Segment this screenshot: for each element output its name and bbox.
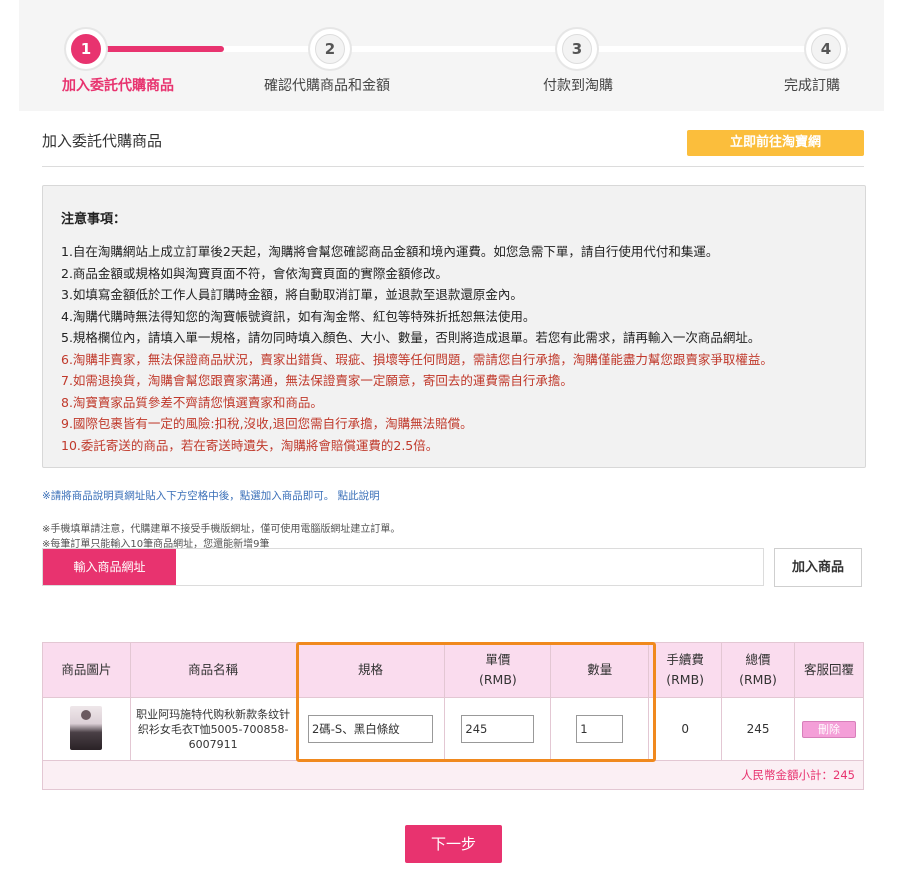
table-row: 职业阿玛施特代购秋新款条纹针织衫女毛衣T恤5005-700858-6007911… — [42, 697, 865, 761]
header-fee: 手續費 (RMB) — [648, 642, 723, 698]
notice-warning-item: 7.如需退換貨，淘購會幫您跟賣家溝通，無法保證賣家一定願意，寄回去的運費需自行承… — [61, 373, 573, 388]
notice-item: 4.淘購代購時無法得知您的淘寶帳號資訊，如有淘金幣、紅包等特殊折抵恕無法使用。 — [61, 308, 536, 324]
header-service: 客服回覆 — [793, 642, 865, 698]
product-url-input[interactable] — [177, 549, 763, 585]
notice-box: 注意事項： 1.自在淘購網站上成立訂單後2天起，淘購將會幫您確認商品金額和境內運… — [42, 185, 866, 468]
delete-button[interactable]: 刪除 — [801, 720, 856, 738]
instruction-link[interactable]: ※請將商品說明頁網址貼入下方空格中後，點選加入商品即可。 點此說明 — [42, 488, 380, 503]
header-spec: 規格 — [295, 642, 446, 698]
next-step-button[interactable]: 下一步 — [405, 825, 502, 863]
subtotal-row: 人民幣金額小計：245 — [42, 760, 864, 790]
step-3-label: 付款到淘購 — [543, 78, 613, 94]
notice-warning-item: 8.淘寶賣家品質參差不齊請您慎選賣家和商品。 — [61, 394, 323, 410]
qty-input[interactable] — [576, 715, 624, 743]
header-name: 商品名稱 — [129, 642, 297, 698]
header-total: 總價 (RMB) — [721, 642, 795, 698]
notice-item: 5.規格欄位內，請填入單一規格，請勿同時填入顏色、大小、數量，否則將造成退單。若… — [61, 330, 761, 345]
notice-item: 1.自在淘購網站上成立訂單後2天起，淘購將會幫您確認商品金額和境內運費。如您急需… — [61, 244, 719, 259]
go-to-taobao-button[interactable]: 立即前往淘寶網 — [687, 130, 864, 156]
step-3-marker: 3 — [557, 29, 597, 69]
step-1-marker: 1 — [66, 29, 106, 69]
section-divider — [42, 166, 864, 167]
product-name: 职业阿玛施特代购秋新款条纹针织衫女毛衣T恤5005-700858-6007911 — [136, 707, 291, 751]
spec-input[interactable] — [307, 715, 433, 743]
step-4-marker: 4 — [806, 29, 846, 69]
step-2-marker: 2 — [310, 29, 350, 69]
url-label: 輸入商品網址 — [43, 549, 176, 585]
notice-item: 2.商品金額或規格如與淘寶頁面不符，會依淘寶頁面的實際金額修改。 — [61, 265, 448, 281]
add-product-button[interactable]: 加入商品 — [774, 548, 862, 587]
step-4-label: 完成訂購 — [784, 78, 840, 94]
header-qty: 數量 — [550, 642, 650, 698]
step-1-label: 加入委託代購商品 — [62, 78, 174, 94]
step-2-label: 確認代購商品和金額 — [264, 78, 390, 94]
subtotal: 人民幣金額小計：245 — [42, 760, 864, 790]
url-entry-row: 輸入商品網址 — [42, 548, 764, 586]
product-thumbnail[interactable] — [70, 705, 103, 750]
header-image: 商品圖片 — [42, 642, 131, 698]
product-table: 商品圖片 商品名稱 規格 單價 (RMB) 數量 手續費 (RMB) 總價 (RMB)… — [42, 642, 865, 790]
total-cell: 245 — [721, 697, 795, 761]
notice-title: 注意事項： — [61, 212, 127, 227]
notice-warning-item: 6.淘購非賣家，無法保證商品狀況，賣家出錯貨、瑕疵、損壞等任何問題，需請您自行承… — [61, 351, 773, 367]
progress-steps: 1 2 3 4 加入委託代購商品 確認代購商品和金額 付款到淘購 完成訂購 — [19, 0, 884, 111]
page-title: 加入委託代購商品 — [42, 132, 163, 150]
table-header-row: 商品圖片 商品名稱 規格 單價 (RMB) 數量 手續費 (RMB) 總價 (RMB)… — [42, 642, 865, 698]
header-price: 單價 (RMB) — [444, 642, 552, 698]
notice-item: 3.如填寫金額低於工作人員訂購時金額，將自動取消訂單，並退款至退款還原金內。 — [61, 287, 523, 302]
price-input[interactable] — [461, 715, 535, 743]
mobile-hint: ※手機填單請注意，代購建單不接受手機版網址，僅可使用電腦版網址建立訂單。 — [42, 524, 401, 535]
notice-warning-item: 9.國際包裹皆有一定的風險:扣稅,沒收,退回您需自行承擔，淘購無法賠償。 — [61, 416, 473, 431]
notice-warning-item: 10.委託寄送的商品，若在寄送時遺失，淘購將會賠償運費的2.5倍。 — [61, 437, 439, 453]
fee-cell: 0 — [648, 697, 723, 761]
